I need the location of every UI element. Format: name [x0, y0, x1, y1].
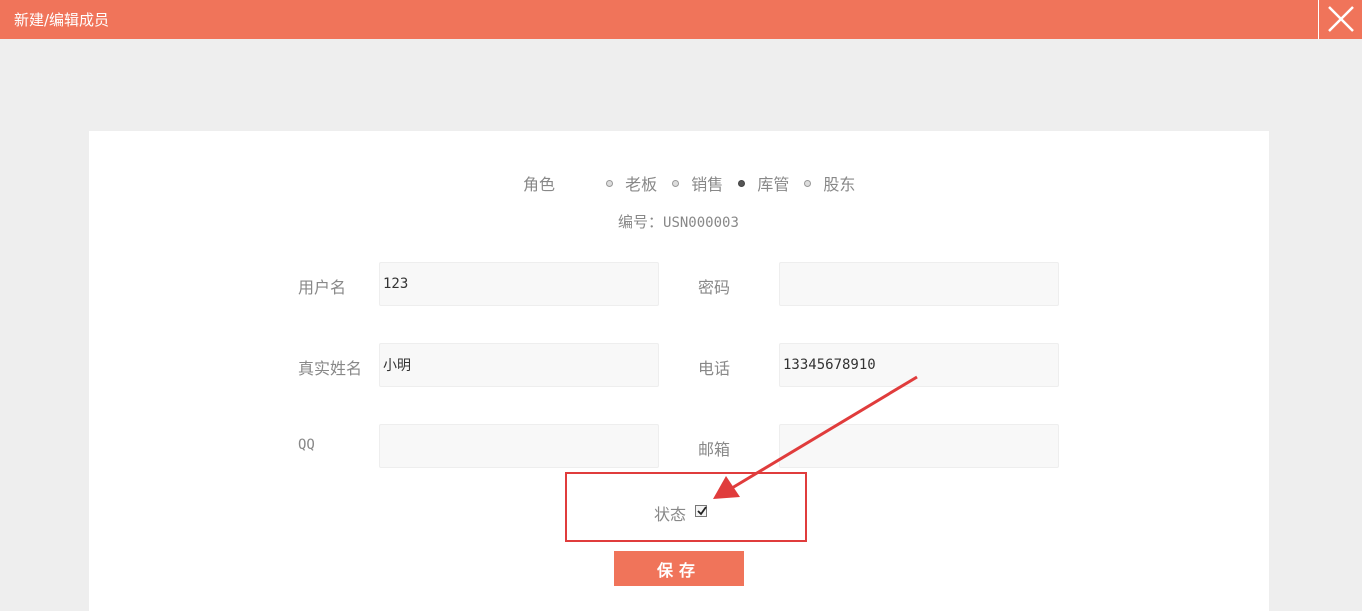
email-input[interactable]	[779, 424, 1059, 468]
member-code: 编号：USN000003	[618, 211, 739, 232]
phone-label: 电话	[698, 359, 731, 378]
member-code-value: USN000003	[663, 215, 739, 231]
username-input[interactable]	[379, 262, 659, 306]
qq-label: QQ	[298, 437, 315, 453]
role-label: 角色	[523, 175, 556, 194]
role-option-shareholder[interactable]: 股东	[804, 171, 855, 195]
password-label: 密码	[698, 278, 731, 297]
email-label: 邮箱	[698, 440, 731, 459]
close-button[interactable]	[1318, 0, 1362, 39]
role-option-warehouse[interactable]: 库管	[738, 171, 789, 195]
realname-input[interactable]	[379, 343, 659, 387]
status-label: 状态	[654, 505, 687, 524]
radio-icon	[804, 179, 812, 187]
radio-icon	[738, 179, 746, 187]
member-form: 角色 老板 销售 库管 股东 编号：USN000003 用户名 密码 真实姓名 …	[89, 131, 1269, 611]
radio-icon	[606, 179, 614, 187]
title-bar: 新建/编辑成员	[0, 0, 1362, 39]
close-icon	[1328, 6, 1354, 32]
password-input[interactable]	[779, 262, 1059, 306]
phone-input[interactable]	[779, 343, 1059, 387]
save-button[interactable]: 保存	[614, 551, 744, 586]
username-label: 用户名	[298, 278, 347, 297]
role-selector: 角色 老板 销售 库管 股东	[523, 171, 865, 195]
qq-input[interactable]	[379, 424, 659, 468]
radio-icon	[672, 179, 680, 187]
realname-label: 真实姓名	[298, 359, 363, 378]
checkmark-icon	[697, 506, 707, 516]
status-checkbox[interactable]	[695, 505, 707, 517]
window-title: 新建/编辑成员	[14, 11, 110, 29]
role-option-sales[interactable]: 销售	[672, 171, 723, 195]
role-option-boss[interactable]: 老板	[606, 171, 657, 195]
member-code-label: 编号：	[618, 213, 664, 231]
status-highlight-box: 状态	[565, 472, 807, 542]
